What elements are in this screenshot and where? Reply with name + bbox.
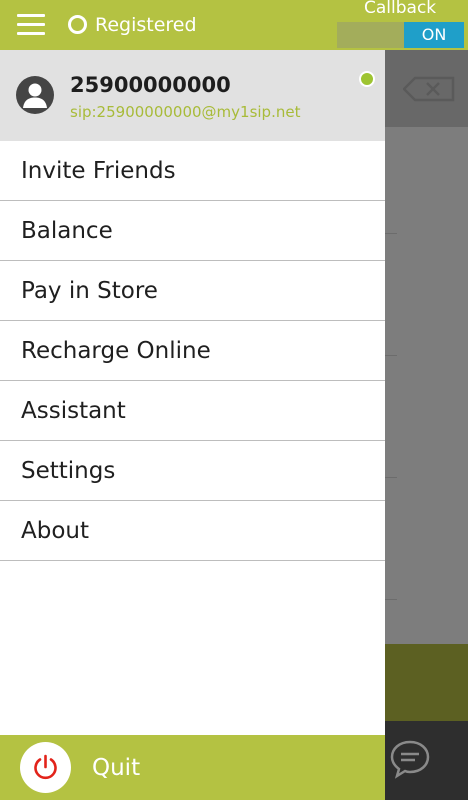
power-icon — [34, 754, 57, 780]
dialer-input-area — [385, 50, 468, 127]
menu-item-balance[interactable]: Balance — [0, 201, 385, 261]
divider — [385, 599, 397, 600]
top-bar: Registered Callback ON — [0, 0, 468, 50]
hamburger-line — [17, 14, 45, 17]
chat-icon — [390, 740, 430, 779]
dimmed-call-bar — [385, 644, 468, 721]
hamburger-icon[interactable] — [17, 12, 45, 38]
menu-item-invite-friends[interactable]: Invite Friends — [0, 141, 385, 201]
menu-item-about[interactable]: About — [0, 501, 385, 561]
registration-status: Registered — [95, 14, 197, 36]
hamburger-line — [17, 23, 45, 26]
dimmed-bottom-bar — [385, 721, 468, 800]
power-button[interactable] — [20, 742, 71, 793]
menu-item-settings[interactable]: Settings — [0, 441, 385, 501]
menu-item-recharge-online[interactable]: Recharge Online — [0, 321, 385, 381]
toggle-on-label: ON — [404, 22, 464, 48]
callback-toggle[interactable]: ON — [337, 22, 464, 48]
menu-item-pay-in-store[interactable]: Pay in Store — [0, 261, 385, 321]
navigation-drawer: 25900000000 sip:25900000000@my1sip.net I… — [0, 50, 385, 800]
divider — [385, 233, 397, 234]
hamburger-line — [17, 32, 45, 35]
divider — [385, 355, 397, 356]
profile-number: 25900000000 — [70, 73, 231, 97]
drawer-menu: Invite Friends Balance Pay in Store Rech… — [0, 141, 385, 561]
quit-button[interactable]: Quit — [0, 735, 385, 800]
online-status-icon — [359, 71, 375, 87]
avatar-person-icon — [23, 83, 47, 108]
dimmed-dialer — [385, 50, 468, 800]
quit-label: Quit — [92, 755, 141, 781]
menu-item-assistant[interactable]: Assistant — [0, 381, 385, 441]
profile-sip-address: sip:25900000000@my1sip.net — [70, 103, 301, 121]
backspace-icon — [403, 76, 455, 102]
profile-header[interactable]: 25900000000 sip:25900000000@my1sip.net — [0, 50, 385, 141]
divider — [385, 477, 397, 478]
status-icon — [68, 15, 87, 34]
callback-label: Callback — [364, 0, 437, 18]
avatar-icon — [16, 76, 54, 114]
